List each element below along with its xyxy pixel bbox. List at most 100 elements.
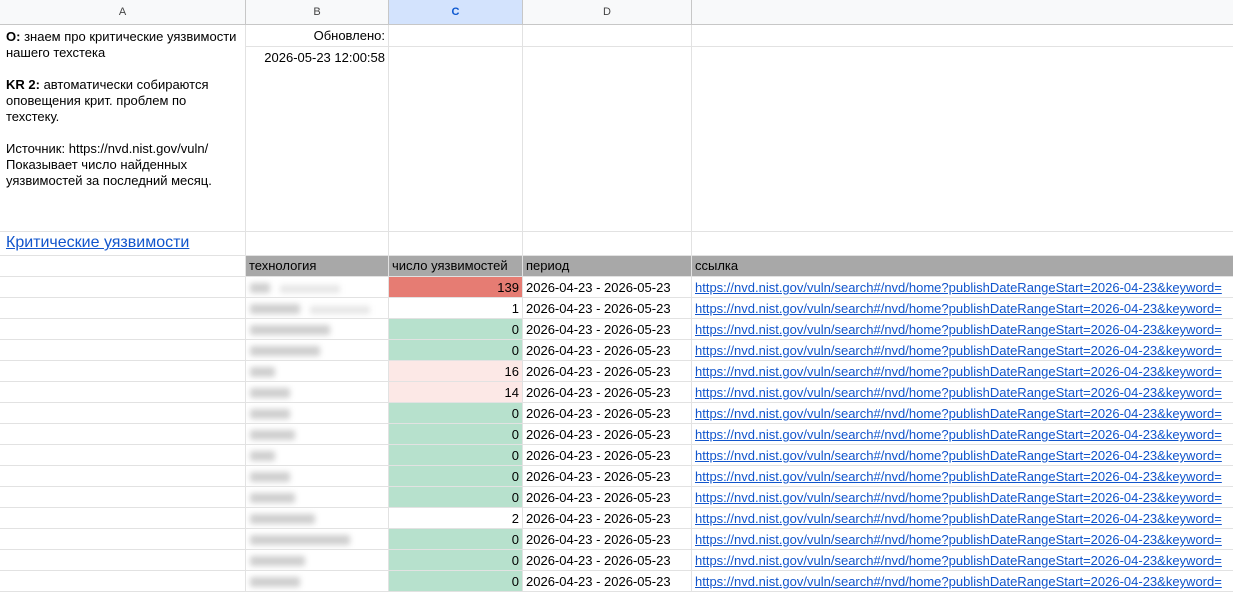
technology-cell[interactable] — [246, 319, 389, 340]
period-cell[interactable]: 2026-04-23 - 2026-05-23 — [523, 529, 692, 550]
vuln-count-cell[interactable]: 0 — [389, 529, 523, 550]
link-cell[interactable]: https://nvd.nist.gov/vuln/search#/nvd/ho… — [692, 508, 1233, 529]
empty-cell[interactable] — [0, 382, 246, 403]
table-header-technology[interactable]: технология — [246, 256, 389, 277]
vuln-count-cell[interactable]: 16 — [389, 361, 523, 382]
nvd-search-link[interactable]: https://nvd.nist.gov/vuln/search#/nvd/ho… — [695, 280, 1222, 295]
vuln-count-cell[interactable]: 139 — [389, 277, 523, 298]
nvd-search-link[interactable]: https://nvd.nist.gov/vuln/search#/nvd/ho… — [695, 343, 1222, 358]
nvd-search-link[interactable]: https://nvd.nist.gov/vuln/search#/nvd/ho… — [695, 553, 1222, 568]
link-cell[interactable]: https://nvd.nist.gov/vuln/search#/nvd/ho… — [692, 529, 1233, 550]
empty-cell[interactable] — [523, 232, 692, 256]
updated-label-cell[interactable]: Обновлено: — [246, 25, 389, 47]
section-title-cell[interactable]: Критические уязвимости — [0, 232, 246, 256]
technology-cell[interactable] — [246, 361, 389, 382]
empty-cell[interactable] — [0, 445, 246, 466]
period-cell[interactable]: 2026-04-23 - 2026-05-23 — [523, 571, 692, 592]
empty-cell[interactable] — [692, 232, 1233, 256]
period-cell[interactable]: 2026-04-23 - 2026-05-23 — [523, 319, 692, 340]
technology-cell[interactable] — [246, 466, 389, 487]
nvd-search-link[interactable]: https://nvd.nist.gov/vuln/search#/nvd/ho… — [695, 532, 1222, 547]
vuln-count-cell[interactable]: 2 — [389, 508, 523, 529]
vuln-count-cell[interactable]: 1 — [389, 298, 523, 319]
technology-cell[interactable] — [246, 487, 389, 508]
period-cell[interactable]: 2026-04-23 - 2026-05-23 — [523, 340, 692, 361]
vuln-count-cell[interactable]: 0 — [389, 571, 523, 592]
nvd-search-link[interactable]: https://nvd.nist.gov/vuln/search#/nvd/ho… — [695, 301, 1222, 316]
empty-cell[interactable] — [0, 340, 246, 361]
link-cell[interactable]: https://nvd.nist.gov/vuln/search#/nvd/ho… — [692, 298, 1233, 319]
period-cell[interactable]: 2026-04-23 - 2026-05-23 — [523, 361, 692, 382]
link-cell[interactable]: https://nvd.nist.gov/vuln/search#/nvd/ho… — [692, 340, 1233, 361]
technology-cell[interactable] — [246, 424, 389, 445]
column-header-a[interactable]: A — [0, 0, 246, 25]
link-cell[interactable]: https://nvd.nist.gov/vuln/search#/nvd/ho… — [692, 361, 1233, 382]
empty-cell[interactable] — [246, 232, 389, 256]
empty-cell[interactable] — [0, 550, 246, 571]
notes-cell[interactable]: O: знаем про критические уязвимости наше… — [0, 25, 246, 232]
link-cell[interactable]: https://nvd.nist.gov/vuln/search#/nvd/ho… — [692, 550, 1233, 571]
empty-cell[interactable] — [0, 571, 246, 592]
section-title-link[interactable]: Критические уязвимости — [0, 234, 189, 251]
empty-cell[interactable] — [692, 25, 1233, 47]
nvd-search-link[interactable]: https://nvd.nist.gov/vuln/search#/nvd/ho… — [695, 406, 1222, 421]
period-cell[interactable]: 2026-04-23 - 2026-05-23 — [523, 508, 692, 529]
empty-cell[interactable] — [523, 25, 692, 47]
period-cell[interactable]: 2026-04-23 - 2026-05-23 — [523, 424, 692, 445]
vuln-count-cell[interactable]: 0 — [389, 550, 523, 571]
link-cell[interactable]: https://nvd.nist.gov/vuln/search#/nvd/ho… — [692, 382, 1233, 403]
nvd-search-link[interactable]: https://nvd.nist.gov/vuln/search#/nvd/ho… — [695, 574, 1222, 589]
empty-cell[interactable] — [0, 424, 246, 445]
link-cell[interactable]: https://nvd.nist.gov/vuln/search#/nvd/ho… — [692, 277, 1233, 298]
empty-cell[interactable] — [0, 403, 246, 424]
period-cell[interactable]: 2026-04-23 - 2026-05-23 — [523, 550, 692, 571]
link-cell[interactable]: https://nvd.nist.gov/vuln/search#/nvd/ho… — [692, 445, 1233, 466]
column-header-c[interactable]: C — [389, 0, 523, 25]
empty-cell[interactable] — [692, 47, 1233, 232]
period-cell[interactable]: 2026-04-23 - 2026-05-23 — [523, 403, 692, 424]
nvd-search-link[interactable]: https://nvd.nist.gov/vuln/search#/nvd/ho… — [695, 322, 1222, 337]
empty-cell[interactable] — [0, 466, 246, 487]
link-cell[interactable]: https://nvd.nist.gov/vuln/search#/nvd/ho… — [692, 319, 1233, 340]
vuln-count-cell[interactable]: 0 — [389, 445, 523, 466]
vuln-count-cell[interactable]: 0 — [389, 319, 523, 340]
period-cell[interactable]: 2026-04-23 - 2026-05-23 — [523, 382, 692, 403]
vuln-count-cell[interactable]: 14 — [389, 382, 523, 403]
vuln-count-cell[interactable]: 0 — [389, 424, 523, 445]
nvd-search-link[interactable]: https://nvd.nist.gov/vuln/search#/nvd/ho… — [695, 511, 1222, 526]
empty-cell[interactable] — [0, 508, 246, 529]
empty-cell[interactable] — [389, 47, 523, 232]
period-cell[interactable]: 2026-04-23 - 2026-05-23 — [523, 277, 692, 298]
table-header-vuln-count[interactable]: число уязвимостей — [389, 256, 523, 277]
empty-cell[interactable] — [523, 47, 692, 232]
period-cell[interactable]: 2026-04-23 - 2026-05-23 — [523, 487, 692, 508]
technology-cell[interactable] — [246, 403, 389, 424]
empty-cell[interactable] — [0, 487, 246, 508]
empty-cell[interactable] — [0, 529, 246, 550]
period-cell[interactable]: 2026-04-23 - 2026-05-23 — [523, 466, 692, 487]
updated-value-cell[interactable]: 2026-05-23 12:00:58 — [246, 47, 389, 232]
technology-cell[interactable] — [246, 529, 389, 550]
technology-cell[interactable] — [246, 382, 389, 403]
empty-cell[interactable] — [389, 232, 523, 256]
nvd-search-link[interactable]: https://nvd.nist.gov/vuln/search#/nvd/ho… — [695, 469, 1222, 484]
technology-cell[interactable] — [246, 340, 389, 361]
column-header-e[interactable] — [692, 0, 1233, 25]
period-cell[interactable]: 2026-04-23 - 2026-05-23 — [523, 298, 692, 319]
technology-cell[interactable] — [246, 508, 389, 529]
nvd-search-link[interactable]: https://nvd.nist.gov/vuln/search#/nvd/ho… — [695, 385, 1222, 400]
link-cell[interactable]: https://nvd.nist.gov/vuln/search#/nvd/ho… — [692, 424, 1233, 445]
link-cell[interactable]: https://nvd.nist.gov/vuln/search#/nvd/ho… — [692, 403, 1233, 424]
nvd-search-link[interactable]: https://nvd.nist.gov/vuln/search#/nvd/ho… — [695, 427, 1222, 442]
link-cell[interactable]: https://nvd.nist.gov/vuln/search#/nvd/ho… — [692, 571, 1233, 592]
link-cell[interactable]: https://nvd.nist.gov/vuln/search#/nvd/ho… — [692, 466, 1233, 487]
technology-cell[interactable] — [246, 298, 389, 319]
column-header-b[interactable]: B — [246, 0, 389, 25]
technology-cell[interactable] — [246, 550, 389, 571]
period-cell[interactable]: 2026-04-23 - 2026-05-23 — [523, 445, 692, 466]
empty-cell[interactable] — [0, 256, 246, 277]
vuln-count-cell[interactable]: 0 — [389, 403, 523, 424]
empty-cell[interactable] — [0, 319, 246, 340]
empty-cell[interactable] — [0, 361, 246, 382]
nvd-search-link[interactable]: https://nvd.nist.gov/vuln/search#/nvd/ho… — [695, 490, 1222, 505]
